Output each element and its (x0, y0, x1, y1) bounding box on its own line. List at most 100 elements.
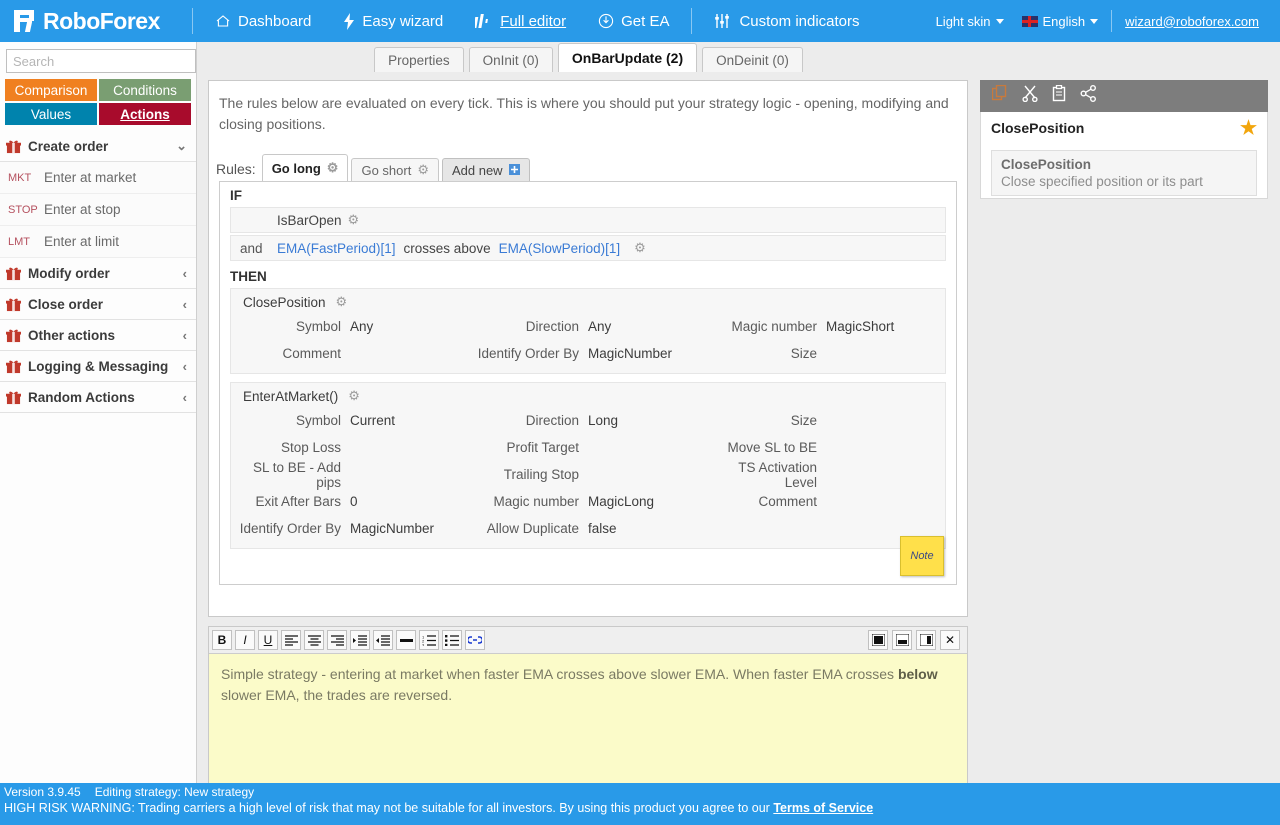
condition-row-1[interactable]: IsBarOpen ⚙ (230, 207, 946, 233)
gear-icon[interactable]: ⚙ (348, 212, 360, 228)
italic-icon[interactable]: I (235, 630, 255, 650)
sidebar-group-random-actions[interactable]: Random Actions ‹ (0, 382, 196, 413)
param-direction[interactable]: Direction Long (469, 407, 707, 434)
align-center-icon[interactable] (304, 630, 324, 650)
category-buttons: Comparison Conditions Values Actions (0, 79, 196, 125)
action-block-close-position[interactable]: ClosePosition ⚙ Symbol Any Direction Any… (230, 288, 946, 374)
gift-box-icon (6, 328, 21, 343)
tab-onbarupdate[interactable]: OnBarUpdate (2) (558, 43, 697, 72)
search-input[interactable] (6, 49, 196, 73)
cut-scissors-icon[interactable] (1022, 85, 1039, 107)
indent-icon[interactable] (350, 630, 370, 650)
rule-tab-add-new[interactable]: Add new (442, 158, 530, 181)
unordered-list-icon[interactable] (442, 630, 462, 650)
view-split-vertical-icon[interactable] (916, 630, 936, 650)
share-icon[interactable] (1080, 85, 1097, 107)
param-identify-order-by[interactable]: Identify Order By MagicNumber (231, 515, 469, 542)
nav-item-get-ea[interactable]: Get EA (582, 13, 685, 30)
param-magic-number[interactable]: Magic number MagicShort (707, 313, 945, 340)
tab-properties[interactable]: Properties (374, 47, 464, 72)
tab-ondeinit[interactable]: OnDeinit (0) (702, 47, 803, 72)
nav-item-dashboard[interactable]: Dashboard (199, 13, 327, 30)
sidebar-group-create-order[interactable]: Create order ⌄ (0, 131, 196, 162)
action-detail-card[interactable]: ClosePosition Close specified position o… (991, 150, 1257, 196)
view-split-horizontal-icon[interactable] (892, 630, 912, 650)
align-left-icon[interactable] (281, 630, 301, 650)
skin-selector[interactable]: Light skin (927, 14, 1013, 29)
param-move-sl-to-be[interactable]: Move SL to BE (707, 434, 945, 461)
paste-clipboard-icon[interactable] (1052, 85, 1067, 107)
rule-tab-go-short[interactable]: Go short ⚙ (351, 158, 439, 181)
roboforex-logo-icon (14, 7, 40, 35)
sidebar-item-enter-at-limit[interactable]: LMT Enter at limit (0, 226, 196, 258)
param-trailing-stop[interactable]: Trailing Stop (469, 461, 707, 488)
lightning-icon (343, 13, 355, 30)
brand-logo[interactable]: RoboForex (0, 7, 186, 35)
param-exit-after-bars[interactable]: Exit After Bars 0 (231, 488, 469, 515)
gear-icon[interactable]: ⚙ (348, 388, 360, 404)
nav-label: Dashboard (238, 13, 311, 30)
editing-strategy-label: Editing strategy: New strategy (95, 785, 254, 799)
tab-oninit[interactable]: OnInit (0) (469, 47, 553, 72)
note-sticky-icon[interactable]: Note (900, 536, 944, 576)
view-full-icon[interactable] (868, 630, 888, 650)
param-sl-to-be-add-pips[interactable]: SL to BE - Add pips (231, 461, 469, 488)
sidebar-group-modify-order[interactable]: Modify order ‹ (0, 258, 196, 289)
bold-icon[interactable]: B (212, 630, 232, 650)
sidebar-item-label: Enter at limit (44, 234, 119, 249)
if-label: IF (220, 182, 956, 207)
param-direction[interactable]: Direction Any (469, 313, 707, 340)
condition-operand-right[interactable]: EMA(SlowPeriod)[1] (499, 241, 621, 256)
nav-item-full-editor[interactable]: Full editor (459, 13, 582, 30)
sidebar-item-enter-at-market[interactable]: MKT Enter at market (0, 162, 196, 194)
param-profit-target[interactable]: Profit Target (469, 434, 707, 461)
param-size[interactable]: Size (707, 407, 945, 434)
language-selector[interactable]: English (1013, 14, 1108, 29)
risk-warning-text: HIGH RISK WARNING: Trading carriers a hi… (4, 801, 770, 815)
gear-icon[interactable]: ⚙ (327, 160, 339, 176)
nav-item-custom-indicators[interactable]: Custom indicators (698, 13, 875, 30)
sidebar-group-label: Random Actions (28, 390, 135, 405)
condition-row-2[interactable]: and EMA(FastPeriod)[1] crosses above EMA… (230, 235, 946, 261)
horizontal-rule-icon[interactable] (396, 630, 416, 650)
account-link[interactable]: wizard@roboforex.com (1116, 14, 1268, 29)
action-block-enter-at-market[interactable]: EnterAtMarket() ⚙ Symbol Current Directi… (230, 382, 946, 549)
app-version: Version 3.9.45 (4, 785, 81, 799)
param-label: SL to BE - Add pips (231, 460, 350, 490)
condition-operand-left[interactable]: EMA(FastPeriod)[1] (277, 241, 396, 256)
chevron-left-icon: ‹ (183, 359, 187, 374)
align-right-icon[interactable] (327, 630, 347, 650)
param-comment[interactable]: Comment (231, 340, 469, 367)
param-symbol[interactable]: Symbol Any (231, 313, 469, 340)
gear-icon[interactable]: ⚙ (417, 162, 429, 178)
nav-item-easy-wizard[interactable]: Easy wizard (327, 13, 459, 30)
param-stop-loss[interactable]: Stop Loss (231, 434, 469, 461)
star-icon[interactable]: ★ (1240, 117, 1257, 140)
category-values[interactable]: Values (5, 103, 97, 125)
sidebar-group-logging-messaging[interactable]: Logging & Messaging ‹ (0, 351, 196, 382)
ordered-list-icon[interactable]: 123 (419, 630, 439, 650)
param-symbol[interactable]: Symbol Current (231, 407, 469, 434)
link-icon[interactable] (465, 630, 485, 650)
sidebar-item-enter-at-stop[interactable]: STOP Enter at stop (0, 194, 196, 226)
param-magic-number[interactable]: Magic number MagicLong (469, 488, 707, 515)
sidebar-group-close-order[interactable]: Close order ‹ (0, 289, 196, 320)
underline-icon[interactable]: U (258, 630, 278, 650)
gear-icon[interactable]: ⚙ (634, 240, 646, 256)
param-ts-activation-level[interactable]: TS Activation Level (707, 461, 945, 488)
outdent-icon[interactable] (373, 630, 393, 650)
sidebar-group-other-actions[interactable]: Other actions ‹ (0, 320, 196, 351)
terms-of-service-link[interactable]: Terms of Service (773, 801, 873, 815)
category-comparison[interactable]: Comparison (5, 79, 97, 101)
gear-icon[interactable]: ⚙ (336, 294, 348, 310)
category-actions[interactable]: Actions (99, 103, 191, 125)
copy-icon[interactable] (992, 85, 1009, 107)
param-size[interactable]: Size (707, 340, 945, 367)
close-icon[interactable]: ✕ (940, 630, 960, 650)
param-identify-order-by[interactable]: Identify Order By MagicNumber (469, 340, 707, 367)
gift-box-icon (6, 139, 21, 154)
param-comment[interactable]: Comment (707, 488, 945, 515)
category-conditions[interactable]: Conditions (99, 79, 191, 101)
rule-tab-go-long[interactable]: Go long ⚙ (262, 154, 349, 181)
param-allow-duplicate[interactable]: Allow Duplicate false (469, 515, 707, 542)
